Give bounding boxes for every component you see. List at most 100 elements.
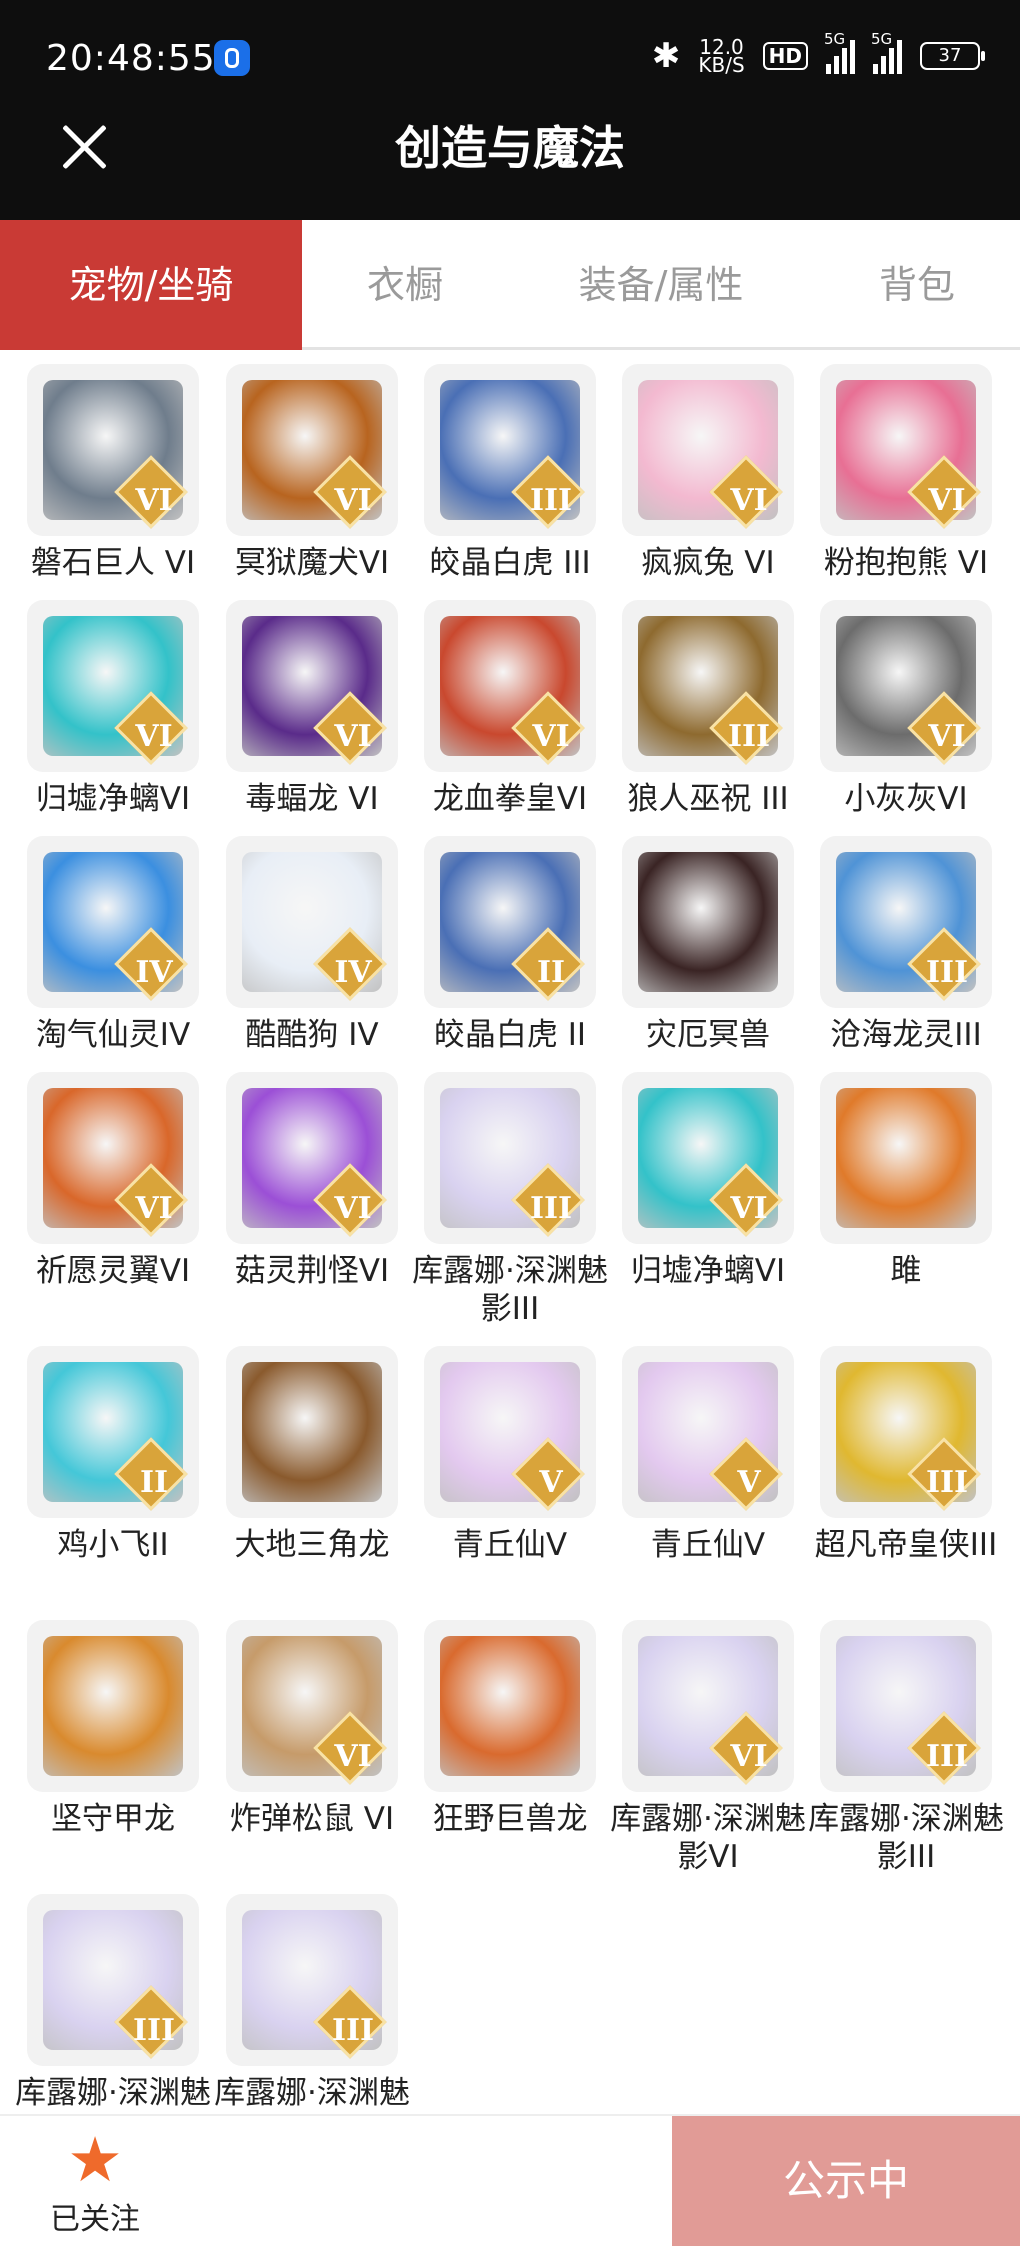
pet-image (638, 852, 778, 992)
signal-1-icon: 5G (824, 30, 855, 74)
pet-card[interactable]: 灾厄冥兽 (609, 836, 807, 1054)
category-tabs: 宠物/坐骑 衣橱 装备/属性 背包 (0, 220, 1020, 350)
pet-card[interactable]: III 库露娜·深渊魅影 (14, 1894, 212, 2114)
pet-thumbnail: VI (622, 1072, 794, 1244)
tier-badge-label: IV (135, 955, 173, 990)
app-notification-icon (214, 40, 250, 76)
pet-card[interactable]: VI 祈愿灵翼VI (14, 1072, 212, 1290)
pet-card[interactable]: III 库露娜·深渊魅影 (213, 1894, 411, 2114)
pet-card[interactable]: III 皎晶白虎 III (411, 364, 609, 582)
pet-thumbnail: II (27, 1346, 199, 1518)
tab-backpack[interactable]: 背包 (814, 220, 1020, 350)
status-time: 20:48:55 (46, 38, 216, 79)
pet-card[interactable]: 狂野巨兽龙 (411, 1620, 609, 1838)
pet-card[interactable]: 大地三角龙 (213, 1346, 411, 1564)
pet-thumbnail: VI (622, 364, 794, 536)
pet-card[interactable]: VI 炸弹松鼠 VI (213, 1620, 411, 1838)
pet-name: 皎晶白虎 II (433, 1017, 587, 1053)
pet-name: 炸弹松鼠 VI (229, 1801, 395, 1837)
pet-thumbnail: VI (424, 600, 596, 772)
pet-card[interactable]: VI 疯疯兔 VI (609, 364, 807, 582)
pet-card[interactable]: III 库露娜·深渊魅影III (411, 1072, 609, 1328)
tab-equipment-attributes[interactable]: 装备/属性 (508, 220, 814, 350)
tier-badge-label: III (925, 1465, 969, 1500)
pet-card[interactable]: II 鸡小飞II (14, 1346, 212, 1564)
pet-name: 归墟净螭VI (35, 781, 191, 817)
pet-thumbnail: VI (226, 364, 398, 536)
battery-icon: 37 (920, 42, 985, 70)
pet-card[interactable]: VI 库露娜·深渊魅影VI (609, 1620, 807, 1876)
pet-card[interactable]: VI 粉抱抱熊 VI (807, 364, 1005, 582)
tier-badge-label: VI (928, 483, 966, 518)
pet-name: 库露娜·深渊魅影III (412, 1253, 608, 1327)
pet-thumbnail: IV (27, 836, 199, 1008)
tier-badge-label: III (529, 483, 573, 518)
tier-badge-label: III (925, 955, 969, 990)
pet-card[interactable]: VI 冥狱魔犬VI (213, 364, 411, 582)
pet-card[interactable]: VI 归墟净螭VI (609, 1072, 807, 1290)
pet-card[interactable]: VI 小灰灰VI (807, 600, 1005, 818)
pet-name: 淘气仙灵IV (35, 1017, 191, 1053)
pet-thumbnail (226, 1346, 398, 1518)
tier-badge-label: III (132, 2013, 176, 2048)
pet-thumbnail (820, 1072, 992, 1244)
pet-card[interactable]: II 皎晶白虎 II (411, 836, 609, 1054)
pet-card[interactable]: VI 毒蝠龙 VI (213, 600, 411, 818)
pet-name: 库露娜·深渊魅影 (214, 2075, 410, 2114)
pet-thumbnail: III (820, 1620, 992, 1792)
publish-status-button[interactable]: 公示中 (672, 2116, 1020, 2246)
pet-name: 沧海龙灵III (830, 1017, 982, 1053)
pet-name: 狼人巫祝 III (627, 781, 789, 817)
pet-card[interactable]: V 青丘仙V (609, 1346, 807, 1564)
pet-thumbnail: VI (27, 364, 199, 536)
pet-card[interactable]: VI 龙血拳皇VI (411, 600, 609, 818)
pet-thumbnail: V (622, 1346, 794, 1518)
pet-card[interactable]: V 青丘仙V (411, 1346, 609, 1564)
pet-thumbnail (27, 1620, 199, 1792)
pet-card[interactable]: IV 淘气仙灵IV (14, 836, 212, 1054)
pet-thumbnail: III (820, 836, 992, 1008)
pet-card[interactable]: VI 归墟净螭VI (14, 600, 212, 818)
pet-name: 毒蝠龙 VI (245, 781, 379, 817)
follow-button[interactable]: ★ 已关注 (30, 2128, 160, 2238)
tier-badge-label: VI (928, 719, 966, 754)
pet-image (836, 1088, 976, 1228)
tier-badge-label: VI (135, 719, 173, 754)
pet-thumbnail: III (820, 1346, 992, 1518)
tab-pets-mounts[interactable]: 宠物/坐骑 (0, 220, 302, 350)
pet-card[interactable]: III 超凡帝皇侠III (807, 1346, 1005, 1564)
pet-name: 灾厄冥兽 (646, 1017, 770, 1053)
pet-name: 酷酷狗 IV (245, 1017, 379, 1053)
pet-card[interactable]: 坚守甲龙 (14, 1620, 212, 1838)
tab-wardrobe[interactable]: 衣橱 (302, 220, 508, 350)
pet-card[interactable]: VI 菇灵荆怪VI (213, 1072, 411, 1290)
tier-badge-label: V (539, 1465, 563, 1500)
pet-thumbnail: III (27, 1894, 199, 2066)
bluetooth-icon: ✱ (651, 36, 681, 76)
hd-icon: HD (762, 42, 808, 70)
pet-card[interactable]: III 库露娜·深渊魅影III (807, 1620, 1005, 1876)
tier-badge-label: VI (532, 719, 570, 754)
pet-name: 冥狱魔犬VI (234, 545, 390, 581)
pet-thumbnail: II (424, 836, 596, 1008)
pet-name: 小灰灰VI (844, 781, 968, 817)
pet-name: 坚守甲龙 (51, 1801, 175, 1837)
pet-thumbnail: VI (226, 1620, 398, 1792)
pet-card[interactable]: IV 酷酷狗 IV (213, 836, 411, 1054)
pet-thumbnail: VI (27, 600, 199, 772)
pet-name: 库露娜·深渊魅影 (15, 2075, 211, 2114)
tier-badge-label: VI (135, 483, 173, 518)
pet-name: 皎晶白虎 III (429, 545, 591, 581)
pet-card[interactable]: 雎 (807, 1072, 1005, 1290)
pet-image (43, 1636, 183, 1776)
pet-card[interactable]: III 狼人巫祝 III (609, 600, 807, 818)
pet-name: 狂野巨兽龙 (432, 1801, 588, 1837)
signal-2-icon: 5G (871, 30, 902, 74)
pet-name: 青丘仙V (650, 1527, 766, 1563)
tier-badge-label: VI (334, 1739, 372, 1774)
pet-card[interactable]: VI 磐石巨人 VI (14, 364, 212, 582)
pet-image (440, 1636, 580, 1776)
pet-name: 鸡小飞II (57, 1527, 169, 1563)
pet-thumbnail: VI (226, 600, 398, 772)
pet-card[interactable]: III 沧海龙灵III (807, 836, 1005, 1054)
